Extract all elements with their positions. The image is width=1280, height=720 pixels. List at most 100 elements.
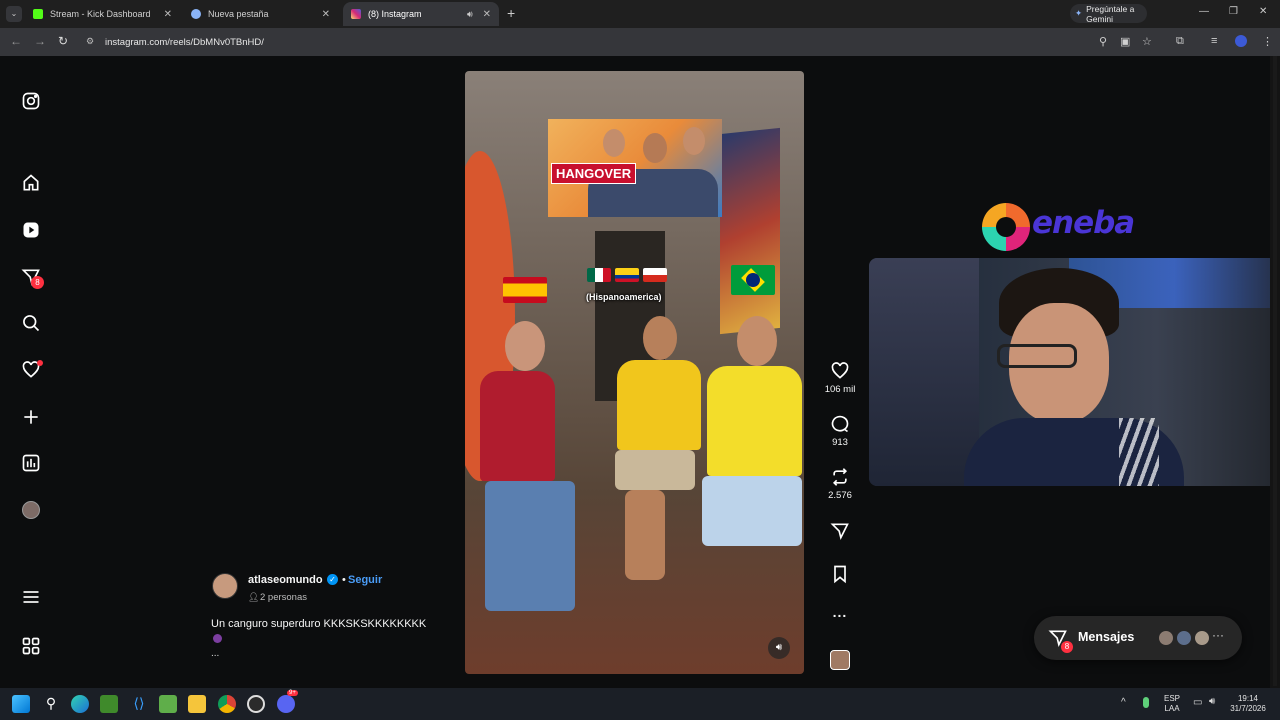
profile-avatar[interactable] [1235, 35, 1247, 47]
search-icon[interactable] [20, 312, 42, 334]
menu-icon[interactable]: ⋮ [1262, 35, 1273, 48]
clock[interactable]: 19:14 31/7/2026 [1228, 694, 1268, 714]
chrome-icon[interactable] [218, 695, 236, 713]
more-options-button[interactable]: ... [822, 604, 858, 620]
collab-people[interactable]: 2 personas [260, 592, 307, 603]
tab-kick-dashboard[interactable]: Stream - Kick Dashboard ✕ [25, 2, 180, 26]
extensions-icon[interactable]: ⧉ [1176, 35, 1184, 48]
wall-painting [720, 127, 780, 335]
restore-icon[interactable]: ❐ [1229, 6, 1238, 17]
poster-title: HANGOVER [551, 163, 637, 184]
windows-start-icon[interactable] [12, 695, 30, 713]
close-tab-icon[interactable]: ✕ [322, 9, 330, 20]
tab-title: Stream - Kick Dashboard [50, 9, 151, 19]
tab-search-button[interactable]: ⌄ [6, 6, 22, 22]
poster-wall [869, 258, 979, 486]
speaker-icon[interactable]: 🔊︎ [467, 9, 473, 20]
back-icon[interactable]: ← [10, 34, 22, 48]
shirt-stripes [1119, 418, 1159, 486]
messages-icon[interactable]: 8 [20, 266, 44, 289]
comment-button[interactable]: 913 [822, 414, 858, 448]
minecraft-icon[interactable] [100, 695, 118, 713]
notifications-heart-icon[interactable] [20, 359, 43, 381]
scrollbar-thumb[interactable] [1273, 56, 1277, 686]
messages-badge: 8 [1061, 641, 1073, 653]
follow-button[interactable]: Seguir [348, 574, 382, 586]
profile-avatar[interactable] [20, 499, 42, 521]
vscode-icon[interactable]: ⟨⟩ [130, 695, 148, 713]
author-username[interactable]: atlaseomundo [248, 574, 323, 586]
more-menu-icon[interactable] [20, 586, 42, 608]
obs-icon[interactable] [247, 695, 265, 713]
messages-label: Mensajes [1078, 630, 1135, 644]
like-button[interactable]: 106 mil [822, 361, 858, 395]
mute-button[interactable]: 🔊︎ [768, 637, 790, 659]
app-icon[interactable] [159, 695, 177, 713]
reading-list-icon[interactable]: ≡ [1211, 35, 1217, 47]
reel-video[interactable]: HANGOVER (Hispanoamerica) 🔊︎ [465, 71, 804, 674]
streamer-webcam [869, 258, 1280, 486]
clock-time: 19:14 [1237, 694, 1259, 703]
author-avatar[interactable] [212, 573, 238, 599]
clock-date: 31/7/2026 [1230, 704, 1266, 713]
file-explorer-icon[interactable] [188, 695, 206, 713]
poster-face [603, 129, 625, 157]
kick-icon [33, 9, 43, 19]
language-code: ESP [1164, 694, 1181, 703]
discord-icon[interactable]: 9+ [277, 690, 298, 713]
gemini-button[interactable]: ✦ Pregúntale a Gemini [1070, 4, 1147, 24]
tray-chevron-icon[interactable]: ^ [1121, 697, 1126, 708]
audio-thumbnail[interactable] [822, 650, 858, 670]
network-icon[interactable]: ▭ [1193, 697, 1202, 708]
eneba-wordmark: eneba [1032, 205, 1135, 241]
post-caption: Un canguro superduro KKKSKSKKKKKKKK [211, 618, 427, 630]
messages-dock[interactable]: 8 Mensajes ··· [1034, 616, 1242, 660]
also-from-meta-icon[interactable] [20, 635, 42, 657]
contact-avatar[interactable] [1175, 629, 1193, 647]
like-count: 106 mil [824, 384, 856, 395]
volume-icon[interactable]: 🔊︎ [1209, 696, 1215, 707]
tab-instagram[interactable]: (8) Instagram 🔊︎ ✕ [343, 2, 499, 26]
close-tab-icon[interactable]: ✕ [483, 9, 491, 20]
person-icon: 👤︎ [248, 592, 260, 602]
tab-new-tab[interactable]: Nueva pestaña ✕ [183, 2, 338, 26]
contact-avatar[interactable] [1157, 629, 1175, 647]
instagram-logo-icon[interactable] [20, 90, 42, 112]
globe-icon [191, 9, 201, 19]
reels-icon[interactable] [20, 219, 42, 241]
notification-dot [37, 360, 43, 366]
minimize-icon[interactable]: — [1199, 6, 1209, 17]
gemini-icon: ✦ [1075, 8, 1083, 18]
chile-flag [643, 268, 667, 282]
forward-icon[interactable]: → [34, 34, 46, 48]
edge-icon[interactable] [71, 695, 89, 713]
site-info-icon[interactable]: ⚙ [86, 36, 94, 47]
poster-face [643, 133, 667, 163]
dashboard-icon[interactable] [20, 452, 42, 474]
new-tab-button[interactable]: + [507, 5, 515, 21]
repost-button[interactable]: 2.576 [822, 467, 858, 501]
save-button[interactable] [822, 564, 858, 587]
url-input[interactable]: ⚙ instagram.com/reels/DbMNv0TBnHD/ [80, 31, 1270, 53]
more-contacts-icon[interactable]: ··· [1212, 628, 1224, 642]
close-window-icon[interactable]: ✕ [1259, 6, 1267, 17]
microphone-icon[interactable] [1143, 697, 1149, 708]
person-left [475, 313, 575, 651]
zoom-icon[interactable]: ⚲ [1099, 35, 1107, 48]
bookmark-star-icon[interactable]: ☆ [1142, 35, 1152, 48]
person-middle [605, 316, 705, 616]
contact-avatar[interactable] [1193, 629, 1211, 647]
caption-more[interactable]: ... [211, 648, 219, 659]
home-icon[interactable] [20, 172, 42, 194]
messages-badge: 8 [31, 276, 44, 289]
create-plus-icon[interactable] [20, 406, 42, 428]
reload-icon[interactable]: ↻ [58, 34, 68, 48]
cast-icon[interactable]: ▣ [1120, 35, 1130, 48]
language-indicator[interactable]: ESP LAA [1164, 694, 1180, 714]
page-scrollbar[interactable] [1270, 56, 1280, 688]
share-button[interactable] [822, 521, 858, 544]
purple-heart-emoji [213, 634, 222, 643]
search-icon[interactable]: ⚲ [42, 695, 60, 713]
close-tab-icon[interactable]: ✕ [164, 9, 172, 20]
comment-count: 913 [832, 437, 848, 448]
